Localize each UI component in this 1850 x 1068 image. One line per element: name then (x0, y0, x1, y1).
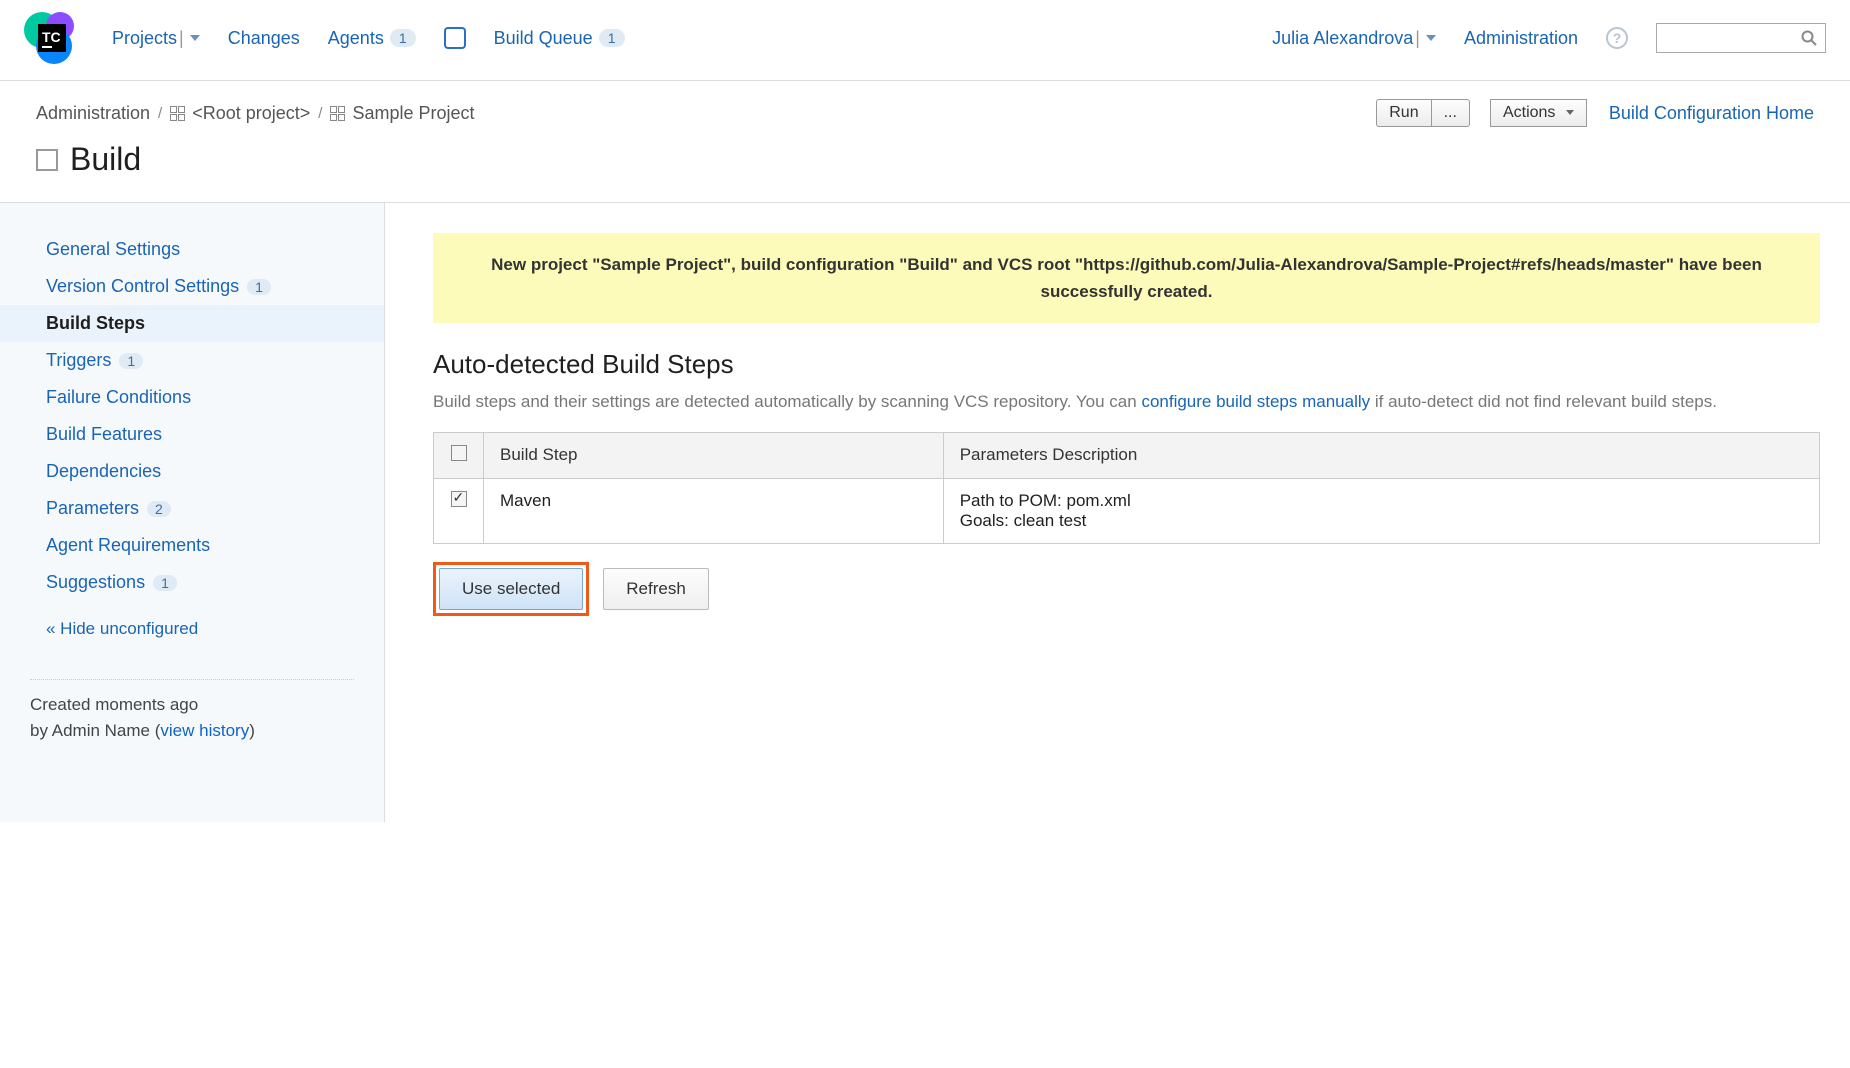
help-icon[interactable]: ? (1606, 27, 1628, 49)
section-heading: Auto-detected Build Steps (433, 349, 1820, 380)
nav-user[interactable]: Julia Alexandrova | (1272, 28, 1436, 49)
select-all-checkbox[interactable] (451, 445, 467, 461)
nav-projects-label: Projects (112, 28, 177, 49)
run-button-group: Run ... (1376, 99, 1470, 127)
main-content: New project "Sample Project", build conf… (385, 203, 1850, 822)
nav-agents-label: Agents (328, 28, 384, 49)
configure-manually-link[interactable]: configure build steps manually (1141, 392, 1370, 411)
nav-build-queue[interactable]: Build Queue 1 (494, 28, 625, 49)
page-title-row: Build (0, 127, 1850, 202)
nav-user-label: Julia Alexandrova (1272, 28, 1413, 49)
chevron-down-icon (1426, 35, 1436, 41)
sidebar-item-label: General Settings (46, 239, 180, 260)
top-nav: TC Projects | Changes Agents 1 Build Que… (0, 0, 1850, 81)
build-steps-table: Build Step Parameters Description MavenP… (433, 432, 1820, 544)
sidebar-item-label: Dependencies (46, 461, 161, 482)
section-subtext: Build steps and their settings are detec… (433, 388, 1820, 415)
sidebar-item-version-control-settings[interactable]: Version Control Settings 1 (0, 268, 384, 305)
sidebar-item-label: Triggers (46, 350, 111, 371)
search-input[interactable] (1656, 23, 1826, 53)
sidebar-item-agent-requirements[interactable]: Agent Requirements (0, 527, 384, 564)
refresh-button[interactable]: Refresh (603, 568, 709, 610)
sidebar-badge: 1 (247, 279, 271, 295)
col-params: Parameters Description (943, 432, 1819, 478)
view-history-link[interactable]: view history (160, 721, 249, 740)
sidebar-badge: 1 (119, 353, 143, 369)
run-button[interactable]: Run (1376, 99, 1430, 127)
sidebar-item-suggestions[interactable]: Suggestions 1 (0, 564, 384, 601)
agents-count-badge: 1 (390, 29, 416, 47)
created-line2: by Admin Name (view history) (30, 718, 384, 744)
col-build-step: Build Step (484, 432, 944, 478)
success-banner: New project "Sample Project", build conf… (433, 233, 1820, 323)
chevron-down-icon (1566, 110, 1574, 115)
sidebar-item-parameters[interactable]: Parameters 2 (0, 490, 384, 527)
breadcrumb-project[interactable]: Sample Project (352, 103, 474, 124)
build-config-home-link[interactable]: Build Configuration Home (1609, 103, 1814, 124)
highlight-box: Use selected (433, 562, 589, 616)
sidebar-separator (30, 679, 354, 680)
nav-build-queue-label: Build Queue (494, 28, 593, 49)
nav-divider: | (179, 28, 184, 49)
chevron-down-icon (190, 35, 200, 41)
build-icon (36, 149, 58, 171)
sidebar-item-label: Suggestions (46, 572, 145, 593)
project-icon (170, 106, 184, 120)
sidebar-item-build-steps[interactable]: Build Steps (0, 305, 384, 342)
nav-changes[interactable]: Changes (228, 28, 300, 49)
breadcrumb-admin[interactable]: Administration (36, 103, 150, 124)
page-title: Build (70, 141, 141, 178)
queue-count-badge: 1 (599, 29, 625, 47)
sidebar: General Settings Version Control Settings… (0, 203, 385, 822)
sidebar-item-dependencies[interactable]: Dependencies (0, 453, 384, 490)
sidebar-badge: 1 (153, 575, 177, 591)
breadcrumb-sep: / (158, 105, 162, 122)
sidebar-item-triggers[interactable]: Triggers 1 (0, 342, 384, 379)
cell-build-step: Maven (484, 478, 944, 543)
nav-divider: | (1415, 28, 1420, 49)
nav-projects[interactable]: Projects | (112, 28, 200, 49)
sidebar-item-label: Parameters (46, 498, 139, 519)
cell-params: Path to POM: pom.xml Goals: clean test (943, 478, 1819, 543)
actions-dropdown[interactable]: Actions (1490, 99, 1587, 127)
breadcrumb-sep: / (318, 105, 322, 122)
svg-text:TC: TC (42, 29, 61, 45)
actions-label: Actions (1503, 104, 1555, 121)
search-icon (1801, 30, 1817, 46)
sidebar-item-label: Build Steps (46, 313, 145, 334)
hide-unconfigured-link[interactable]: « Hide unconfigured (0, 601, 384, 639)
sidebar-item-label: Build Features (46, 424, 162, 445)
breadcrumb-row: Administration / <Root project> / Sample… (0, 81, 1850, 127)
created-line1: Created moments ago (30, 692, 384, 718)
table-row: MavenPath to POM: pom.xml Goals: clean t… (434, 478, 1820, 543)
use-selected-button[interactable]: Use selected (439, 568, 583, 610)
created-info: Created moments ago by Admin Name (view … (0, 692, 384, 743)
row-checkbox[interactable] (451, 491, 467, 507)
sidebar-item-label: Failure Conditions (46, 387, 191, 408)
breadcrumb-root[interactable]: <Root project> (192, 103, 310, 124)
main-layout: General Settings Version Control Settings… (0, 202, 1850, 822)
project-icon (330, 106, 344, 120)
sidebar-item-general-settings[interactable]: General Settings (0, 231, 384, 268)
sidebar-item-label: Agent Requirements (46, 535, 210, 556)
sidebar-item-failure-conditions[interactable]: Failure Conditions (0, 379, 384, 416)
nav-agents[interactable]: Agents 1 (328, 28, 416, 49)
sidebar-badge: 2 (147, 501, 171, 517)
sidebar-item-label: Version Control Settings (46, 276, 239, 297)
button-row: Use selected Refresh (433, 562, 1820, 616)
sidebar-item-build-features[interactable]: Build Features (0, 416, 384, 453)
nav-administration[interactable]: Administration (1464, 28, 1578, 49)
run-more-button[interactable]: ... (1431, 99, 1470, 127)
pin-icon[interactable] (444, 27, 466, 49)
teamcity-logo: TC (24, 10, 80, 66)
